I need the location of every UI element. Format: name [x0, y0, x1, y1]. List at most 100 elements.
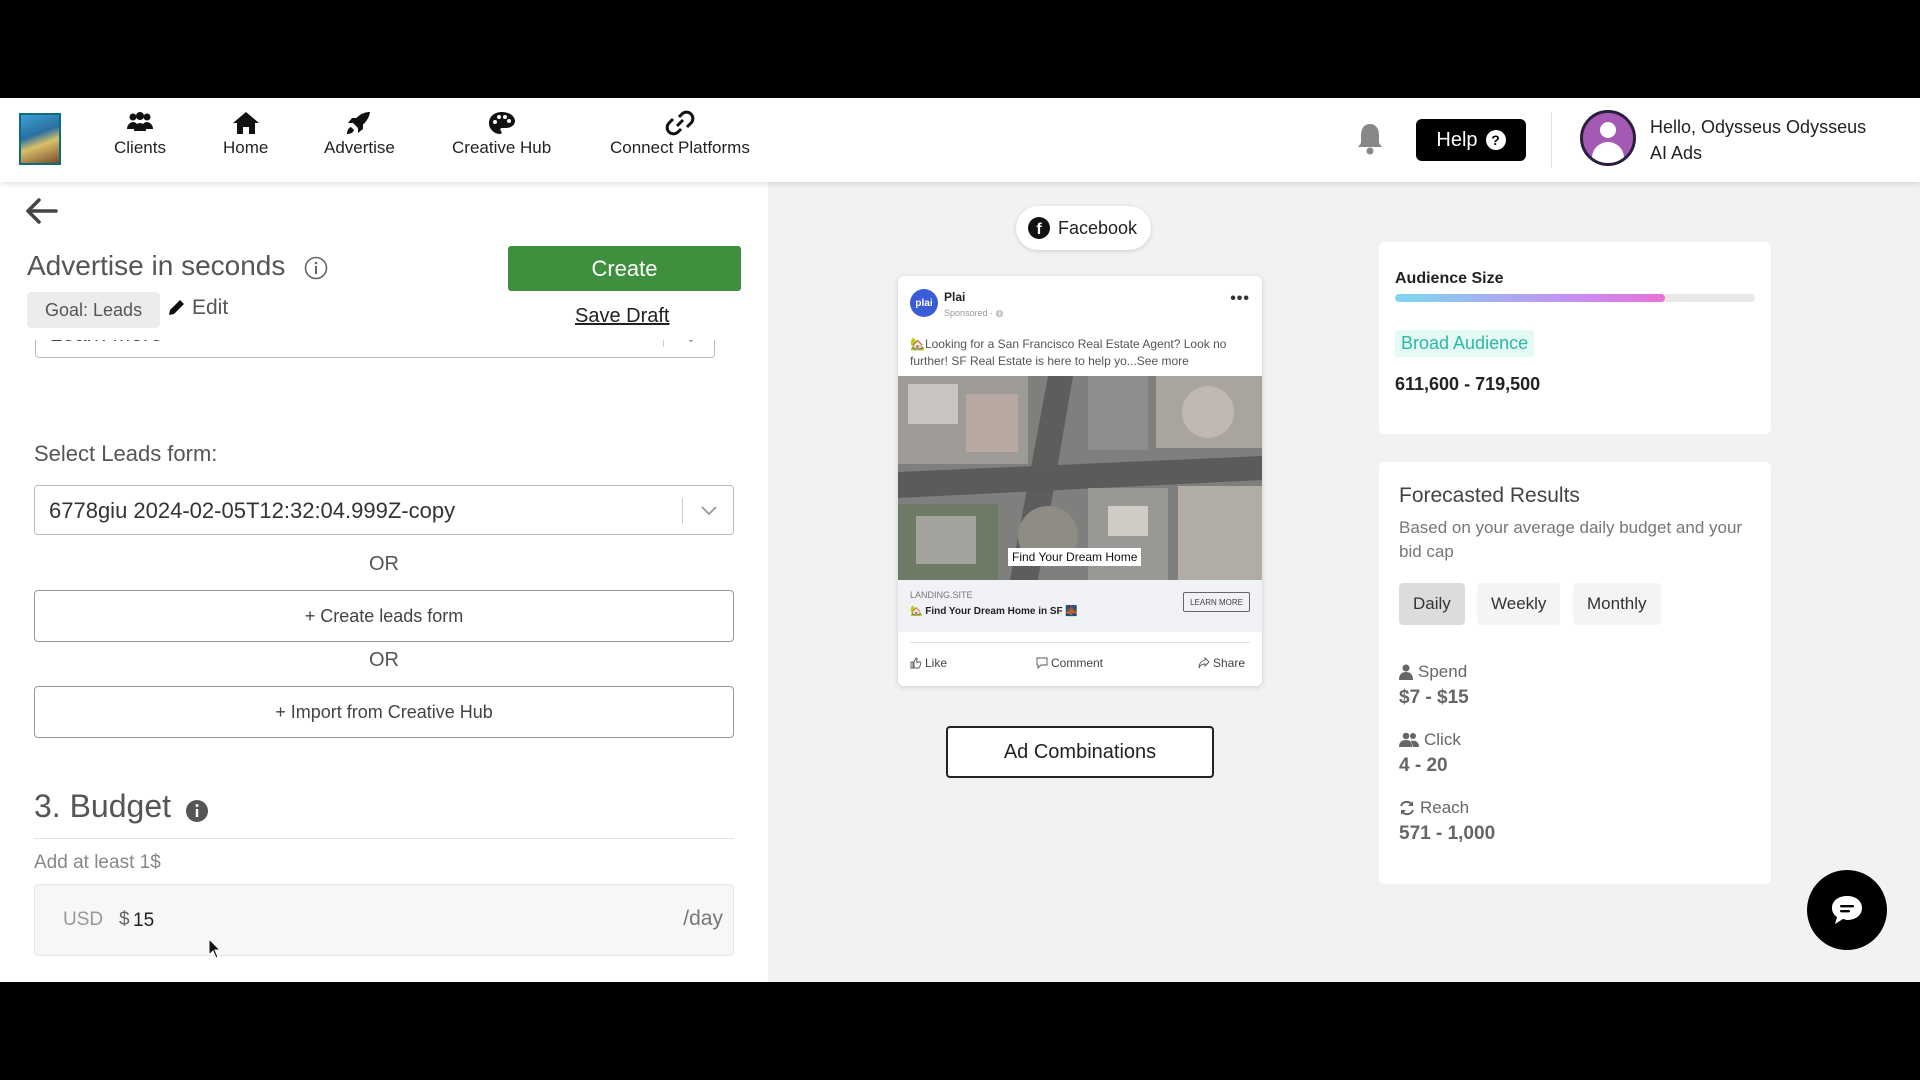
- tab-monthly[interactable]: Monthly: [1573, 583, 1661, 625]
- nav-advertise[interactable]: Advertise: [324, 110, 395, 158]
- reach-label: Reach: [1420, 798, 1470, 817]
- ad-site: LANDING.SITE: [910, 590, 973, 600]
- user-greeting: Hello, Odysseus Odysseus: [1650, 117, 1867, 137]
- nav-creative-hub[interactable]: Creative Hub: [452, 110, 551, 158]
- avatar-body-shape: [1592, 142, 1624, 163]
- nav-connect-platforms[interactable]: Connect Platforms: [610, 110, 750, 158]
- learn-more-button[interactable]: LEARN MORE: [1183, 592, 1250, 612]
- spend-label: Spend: [1418, 662, 1468, 681]
- import-creative-hub-button[interactable]: + Import from Creative Hub: [34, 686, 734, 738]
- edit-label: Edit: [192, 296, 229, 319]
- left-panel: Learn More Advertise in seconds Goal: Le…: [0, 182, 768, 982]
- forecast-title: Forecasted Results: [1399, 484, 1580, 507]
- tab-weekly[interactable]: Weekly: [1477, 583, 1561, 625]
- create-leads-form-button[interactable]: + Create leads form: [34, 590, 734, 642]
- daily-budget-input[interactable]: [133, 905, 333, 937]
- forecast-card: Forecasted Results Based on your average…: [1379, 462, 1771, 884]
- nav-clients-label: Clients: [114, 138, 166, 157]
- goal-chip-label: Goal: Leads: [45, 299, 143, 320]
- edit-goal-button[interactable]: Edit: [166, 296, 228, 320]
- audience-breadth-badge: Broad Audience: [1395, 330, 1535, 357]
- audience-size-range: 611,600 - 719,500: [1395, 374, 1541, 394]
- home-icon: [232, 112, 259, 134]
- app-window: Clients Home Advertise Creative Hub Conn…: [0, 98, 1920, 982]
- ad-divider: [910, 642, 1250, 643]
- info-icon[interactable]: [304, 256, 328, 280]
- palette-icon: [488, 112, 515, 134]
- comment-icon: [1036, 657, 1048, 669]
- budget-input-group: USD $ /day: [34, 884, 734, 956]
- share-label: Share: [1213, 656, 1246, 670]
- or-divider: OR: [369, 649, 399, 671]
- share-icon: [1198, 657, 1210, 669]
- tab-daily[interactable]: Daily: [1399, 583, 1465, 625]
- image-overlay-text: Find Your Dream Home: [1008, 548, 1142, 566]
- leads-form-value: 6778giu 2024-02-05T12:32:04.999Z-copy: [49, 498, 456, 523]
- dollar-sign: $: [119, 909, 130, 930]
- users-icon: [1399, 732, 1419, 747]
- ad-primary-text: 🏡Looking for a San Francisco Real Estate…: [910, 337, 1227, 368]
- chat-support-button[interactable]: [1807, 870, 1887, 950]
- globe-icon: ◍: [995, 308, 1004, 318]
- sponsored-text: Sponsored ·: [944, 308, 996, 318]
- click-label: Click: [1424, 730, 1461, 749]
- comment-button[interactable]: Comment: [1036, 656, 1103, 670]
- comment-label: Comment: [1051, 656, 1104, 670]
- more-options-icon[interactable]: •••: [1230, 290, 1250, 308]
- sticky-header: Advertise in seconds Goal: Leads Edit Cr…: [0, 182, 768, 340]
- platform-label: Facebook: [1058, 217, 1138, 238]
- audience-size-title: Audience Size: [1395, 270, 1504, 287]
- share-button[interactable]: Share: [1198, 656, 1245, 670]
- budget-hint: Add at least 1$: [34, 852, 161, 873]
- spend-metric-label: Spend: [1399, 662, 1467, 682]
- facebook-icon: f: [1028, 217, 1050, 239]
- leads-form-label: Select Leads form:: [34, 441, 218, 466]
- avatar-head-shape: [1600, 122, 1616, 138]
- platform-facebook-tab[interactable]: f Facebook: [1016, 206, 1152, 250]
- nav-home[interactable]: Home: [223, 110, 268, 158]
- or-divider: OR: [369, 553, 399, 575]
- people-icon: [126, 112, 153, 131]
- user-greeting-block[interactable]: Hello, Odysseus Odysseus AI Ads: [1650, 114, 1866, 166]
- page-title: Advertise in seconds: [27, 250, 286, 281]
- audience-size-bar: [1395, 294, 1755, 302]
- audience-size-card: Audience Size Broad Audience 611,600 - 7…: [1379, 242, 1771, 434]
- like-button[interactable]: Like: [910, 656, 947, 670]
- link-icon: [665, 110, 695, 136]
- click-value: 4 - 20: [1399, 755, 1448, 776]
- leads-form-select[interactable]: 6778giu 2024-02-05T12:32:04.999Z-copy: [34, 485, 734, 535]
- mouse-cursor-icon: [208, 938, 222, 959]
- sponsored-label: Sponsored · ◍: [944, 308, 1003, 319]
- nav-creative-hub-label: Creative Hub: [452, 138, 552, 157]
- ad-headline: 🏡 Find Your Dream Home in SF 🌉: [910, 606, 1078, 617]
- top-navigation: Clients Home Advertise Creative Hub Conn…: [0, 98, 1920, 182]
- bell-icon[interactable]: [1353, 120, 1387, 156]
- brand-logo[interactable]: [19, 113, 61, 165]
- thumbs-up-icon: [910, 657, 922, 669]
- click-metric-label: Click: [1399, 730, 1461, 750]
- save-draft-button[interactable]: Save Draft: [575, 305, 669, 328]
- avatar[interactable]: [1580, 110, 1636, 166]
- create-button[interactable]: Create: [508, 246, 741, 291]
- spend-value: $7 - $15: [1399, 687, 1469, 708]
- user-org: AI Ads: [1650, 143, 1703, 163]
- nav-clients[interactable]: Clients: [114, 110, 166, 158]
- ad-combinations-label: Ad Combinations: [1003, 740, 1157, 763]
- back-arrow-icon[interactable]: [24, 196, 58, 226]
- budget-section-title: 3. Budget: [34, 788, 171, 824]
- ad-image: Find Your Dream Home: [898, 376, 1262, 580]
- section-divider: [34, 838, 734, 839]
- forecast-subtitle: Based on your average daily budget and y…: [1399, 518, 1743, 561]
- audience-size-bar-fill: [1395, 294, 1665, 302]
- reach-value: 571 - 1,000: [1399, 823, 1496, 844]
- nav-home-label: Home: [223, 138, 269, 157]
- ad-link-footer: LANDING.SITE 🏡 Find Your Dream Home in S…: [898, 580, 1262, 632]
- page-name: Plai: [944, 290, 966, 304]
- info-icon[interactable]: [185, 799, 209, 823]
- help-button[interactable]: Help ?: [1416, 119, 1526, 161]
- nav-divider: [1551, 112, 1552, 168]
- pencil-icon: [169, 300, 184, 315]
- ad-combinations-button[interactable]: Ad Combinations: [946, 726, 1214, 778]
- per-day-label: /day: [683, 907, 723, 930]
- nav-advertise-label: Advertise: [324, 138, 395, 157]
